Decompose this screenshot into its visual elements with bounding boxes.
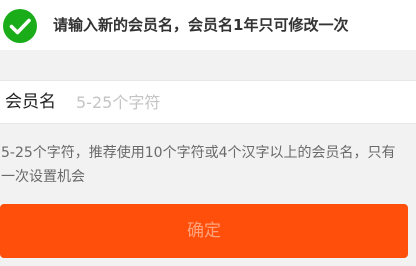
member-name-label: 会员名: [5, 92, 56, 112]
notice-text: 请输入新的会员名，会员名1年只可修改一次: [53, 16, 349, 34]
confirm-button[interactable]: 确定: [0, 204, 408, 258]
member-name-input[interactable]: [76, 88, 406, 116]
check-circle-icon: [3, 9, 37, 43]
hint-text: 5-25个字符，推荐使用10个字符或4个汉字以上的会员名，只有一次设置机会: [1, 145, 396, 185]
notice-banner: 请输入新的会员名，会员名1年只可修改一次: [0, 0, 416, 50]
member-name-row: 会员名: [0, 80, 416, 124]
